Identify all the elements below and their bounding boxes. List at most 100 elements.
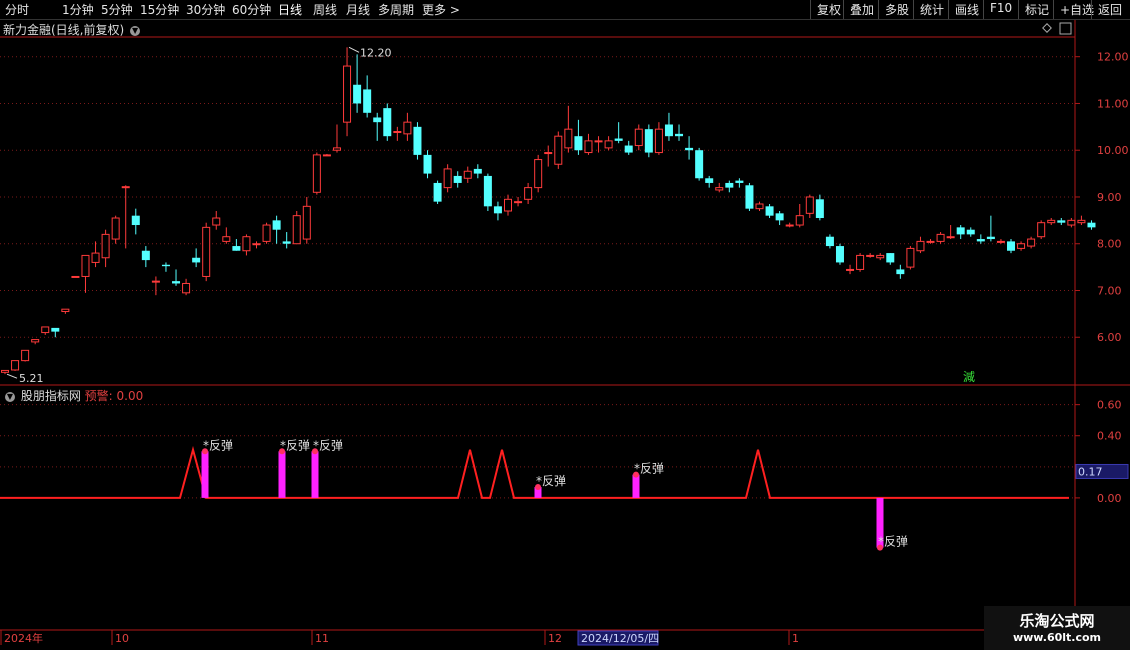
candle-body-down [453,175,462,183]
candle-body-down [493,206,502,214]
candle-body-down [765,206,774,216]
indicator-tick-label: 0.60 [1097,399,1122,412]
marker-label: 減 [963,369,975,384]
kline-chart: 12.0011.0010.009.008.007.006.000.600.400… [0,20,1130,646]
candle-body-down [614,138,623,141]
candle-body-up [554,135,563,165]
candle-body-up [292,215,301,245]
candle-body-down [373,117,382,123]
candle-body-down [735,180,744,183]
candle-body-up [996,240,1005,243]
low-label: 5.21 [19,372,44,385]
candle-body-down [886,253,895,263]
candle-body-down [745,185,754,209]
candle-body-up [262,224,271,242]
candle-body-down [383,108,392,137]
candle-body-up [504,198,512,212]
watermark-line2: www.60lt.com [1012,631,1102,644]
candle-body-up [302,205,311,240]
candle-body-up [121,186,130,189]
candle-body-down [272,220,281,230]
candle-body-down [192,257,201,263]
candle-body-up [946,236,955,239]
candle-body-up [785,224,794,227]
candle-body-up [21,349,30,362]
low-pointer [6,373,18,379]
candle-body-up [443,168,452,189]
candle-body-up [856,254,865,270]
candle-body-up [805,196,814,214]
price-tick-label: 8.00 [1097,238,1122,251]
candle-body-down [483,175,492,207]
candle-body-up [91,252,100,263]
watermark-line1: 乐淘公式网 [1019,612,1095,630]
date-cursor-label: 2024/12/05/四 [581,632,659,645]
candle-body-up [322,154,331,157]
candle-body-down [835,246,844,263]
candle-body-up [242,236,251,252]
candle-body-down [896,269,905,275]
candle-body-down [825,236,834,247]
candle-body-up [926,240,935,243]
candle-body-down [664,124,673,137]
candle-body-down [232,246,241,251]
candle-body-up [71,275,80,278]
candle-body-down [282,241,291,244]
signal-bar [201,451,209,498]
candle-body-up [654,128,663,154]
candle-body-up [31,339,40,343]
candle-body-down [433,182,442,202]
candle-body-down [413,126,422,155]
watermark: 乐淘公式网 www.60lt.com [984,606,1130,650]
candle-body-up [564,128,573,149]
price-tick-label: 9.00 [1097,191,1122,204]
candle-body-down [644,129,653,153]
candle-body-up [604,140,613,149]
time-label: 12 [548,632,562,645]
candle-body-down [1007,241,1015,251]
candle-body-up [81,254,90,277]
signal-label: *反弹 [878,535,908,549]
candle-body-up [1067,219,1076,226]
price-tick-label: 11.00 [1097,97,1129,110]
price-tick-label: 7.00 [1097,284,1122,297]
candle-body-up [755,203,764,210]
candle-body-up [916,240,925,252]
candle-body-up [61,308,70,313]
window-icon [1059,22,1072,35]
candle-body-up [715,187,724,191]
candle-body-up [514,201,523,204]
candle-body-down [131,215,140,226]
candle-body-down [363,89,372,113]
candle-body-down [473,168,482,174]
time-label: 10 [115,632,129,645]
candle-body-up [1077,219,1086,224]
candle-body-down [1087,222,1096,228]
candle-body-down [986,236,995,240]
candle-body-down [1057,220,1066,223]
candle-body-down [976,239,985,242]
candle-body-down [161,264,170,267]
candle-body-down [353,84,362,104]
signal-label: *反弹 [536,474,566,488]
candle-body-down [695,150,704,179]
candle-body-up [202,226,211,277]
candle-body-down [725,182,734,188]
current-value-label: 0.17 [1078,465,1103,478]
candle-body-up [151,280,160,283]
candle-body-up [463,170,472,179]
candle-body-up [906,247,915,268]
candle-body-up [403,121,412,135]
price-tick-label: 12.00 [1097,51,1129,64]
candle-body-up [393,131,402,134]
time-label: 11 [315,632,329,645]
candle-body-up [1017,243,1026,249]
signal-label: *反弹 [313,438,343,452]
signal-bar [311,451,319,498]
candle-body-up [252,243,261,246]
candle-body-down [141,250,150,261]
diamond-icon [1042,23,1052,33]
high-pointer [348,46,360,53]
candle-body-up [866,254,875,257]
indicator-tick-label: 0.00 [1097,492,1122,505]
